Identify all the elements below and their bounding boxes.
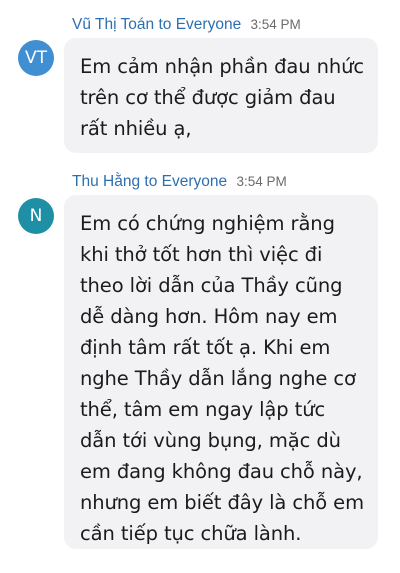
message-header: Vũ Thị Toán to Everyone 3:54 PM: [72, 15, 301, 35]
message-bubble: Em có chứng nghiệm rằng khi thở tốt hơn …: [64, 195, 378, 549]
sender-name[interactable]: Thu Hằng: [72, 173, 140, 190]
message-header: Thu Hằng to Everyone 3:54 PM: [72, 172, 287, 192]
avatar[interactable]: VT: [18, 40, 54, 76]
message-time: 3:54 PM: [250, 17, 301, 32]
message-time: 3:54 PM: [236, 174, 287, 189]
recipient-name[interactable]: Everyone: [162, 173, 227, 190]
to-label: to: [158, 16, 172, 33]
message-text: Em cảm nhận phần đau nhức trên cơ thể đư…: [80, 55, 365, 140]
sender-name[interactable]: Vũ Thị Toán: [72, 16, 154, 33]
avatar[interactable]: N: [18, 198, 54, 234]
message-bubble: Em cảm nhận phần đau nhức trên cơ thể đư…: [64, 38, 378, 153]
chat-message: VT Vũ Thị Toán to Everyone 3:54 PM Em cả…: [0, 0, 400, 160]
recipient-name[interactable]: Everyone: [176, 16, 241, 33]
chat-message: N Thu Hằng to Everyone 3:54 PM Em có chứ…: [0, 160, 400, 573]
to-label: to: [144, 173, 158, 190]
message-text: Em có chứng nghiệm rằng khi thở tốt hơn …: [80, 212, 364, 545]
